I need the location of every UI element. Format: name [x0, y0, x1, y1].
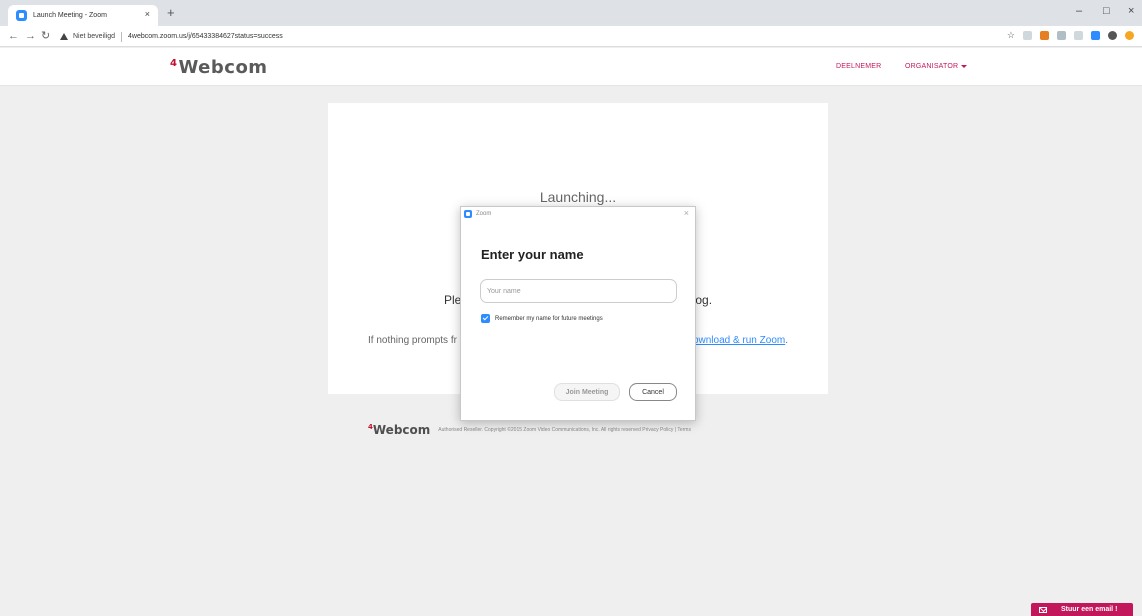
cancel-button[interactable]: Cancel [629, 383, 677, 401]
forward-arrow-icon[interactable]: → [25, 29, 36, 43]
name-input[interactable] [480, 279, 677, 303]
update-alert-icon[interactable] [1125, 31, 1134, 40]
launching-status: Launching... [539, 189, 617, 205]
remember-name-option[interactable]: Remember my name for future meetings [481, 314, 603, 323]
warning-icon [60, 33, 68, 40]
new-tab-button[interactable]: + [167, 6, 175, 19]
extension-icon[interactable] [1023, 31, 1032, 40]
webcom-logo[interactable]: 4Webcom [170, 57, 268, 78]
remember-checkbox[interactable] [481, 314, 490, 323]
browser-tab[interactable]: Launch Meeting - Zoom × [8, 5, 158, 26]
nav-organizer-dropdown[interactable]: ORGANISATOR [905, 63, 968, 70]
footer-copyright: Authorised Reseller. Copyright ©2015 Zoo… [438, 427, 691, 433]
dialog-title: Zoom [476, 211, 492, 217]
url-text[interactable]: 4webcom.zoom.us/j/65433384627status=succ… [128, 33, 283, 40]
email-widget-button[interactable]: Stuur een email ! [1031, 603, 1133, 616]
site-header: 4Webcom DEELNEMER ORGANISATOR [0, 48, 1142, 86]
minimize-window-button[interactable]: – [1076, 6, 1082, 17]
omnibox-divider [121, 31, 123, 42]
bookmark-star-icon[interactable]: ☆ [1007, 30, 1015, 41]
close-icon[interactable]: × [684, 208, 689, 218]
metamask-icon[interactable] [1040, 31, 1049, 40]
address-bar[interactable]: Niet beveiligd 4webcom.zoom.us/j/6543338… [60, 29, 970, 44]
join-meeting-button[interactable]: Join Meeting [554, 383, 620, 401]
profile-avatar-icon[interactable] [1108, 31, 1117, 40]
extension-icon[interactable] [1057, 31, 1066, 40]
email-widget-label: Stuur een email ! [1061, 606, 1118, 613]
remember-label[interactable]: Remember my name for future meetings [495, 316, 603, 322]
zoom-extension-icon[interactable] [1091, 31, 1100, 40]
nav-participant-link[interactable]: DEELNEMER [836, 63, 881, 70]
reload-icon[interactable]: ↻ [41, 29, 50, 43]
zoom-app-icon [464, 210, 472, 218]
browser-toolbar: ← → ↻ Niet beveiligd 4webcom.zoom.us/j/6… [0, 26, 1142, 47]
security-status[interactable]: Niet beveiligd [73, 33, 115, 40]
tab-title: Launch Meeting - Zoom [33, 12, 107, 19]
dialog-heading: Enter your name [481, 247, 584, 262]
tab-close-icon[interactable]: × [145, 9, 150, 19]
chevron-down-icon [961, 64, 968, 68]
dialog-titlebar: Zoom × [461, 207, 695, 221]
page-footer: 4Webcom Authorised Reseller. Copyright ©… [368, 423, 691, 437]
mail-icon [1039, 606, 1047, 613]
close-window-button[interactable]: × [1128, 6, 1134, 17]
back-arrow-icon[interactable]: ← [8, 29, 19, 43]
maximize-window-button[interactable]: □ [1103, 6, 1110, 17]
extension-icon[interactable] [1074, 31, 1083, 40]
zoom-favicon-icon [16, 10, 27, 21]
download-zoom-link[interactable]: ownload & run Zoom [693, 335, 785, 346]
browser-tab-bar: Launch Meeting - Zoom × + – □ × [0, 0, 1142, 26]
footer-logo: 4Webcom [368, 423, 431, 437]
enter-name-dialog: Zoom × Enter your name Remember my name … [460, 206, 696, 421]
extension-icons: ☆ [1007, 30, 1134, 41]
